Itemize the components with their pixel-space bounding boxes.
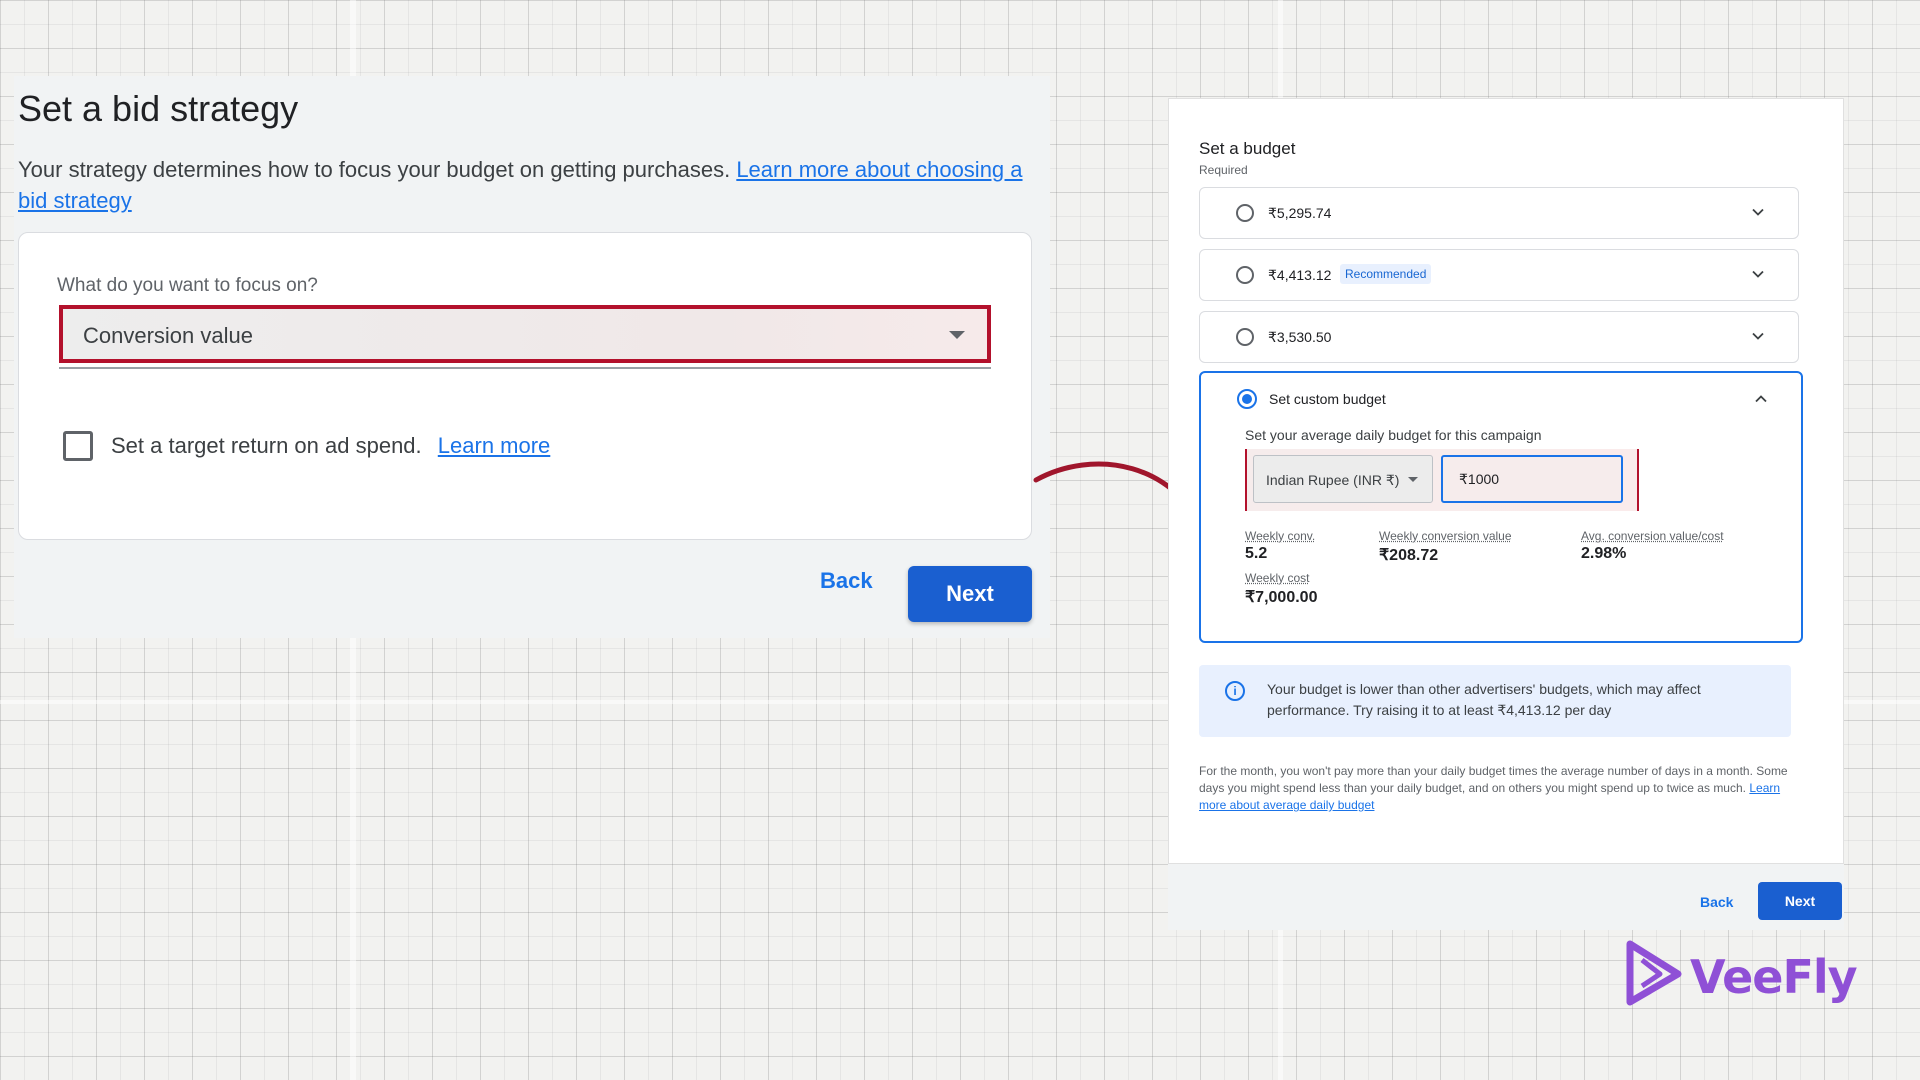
custom-budget-label: Set custom budget	[1269, 391, 1386, 407]
bid-strategy-panel: Set a bid strategy Your strategy determi…	[14, 76, 1050, 638]
radio-unselected-icon[interactable]	[1236, 328, 1254, 346]
currency-value: Indian Rupee (INR ₹)	[1266, 472, 1400, 488]
budget-amount-input[interactable]	[1441, 455, 1623, 503]
target-roas-label: Set a target return on ad spend. Learn m…	[111, 433, 550, 459]
bid-strategy-description: Your strategy determines how to focus yo…	[18, 154, 1038, 216]
required-label: Required	[1199, 163, 1248, 177]
next-button[interactable]: Next	[908, 566, 1032, 622]
veefly-logo: VeeFly	[1624, 938, 1858, 1008]
focus-card: What do you want to focus on? Conversion…	[18, 232, 1032, 540]
footnote-text: For the month, you won't pay more than y…	[1199, 764, 1788, 795]
next-button[interactable]: Next	[1758, 882, 1842, 920]
veefly-logo-icon	[1626, 940, 1682, 1006]
caret-down-icon	[1408, 477, 1418, 482]
back-button[interactable]: Back	[820, 568, 873, 594]
budget-option-amount: ₹5,295.74	[1268, 205, 1332, 221]
budget-option-3[interactable]: ₹3,530.50	[1199, 311, 1799, 363]
budget-option-amount: ₹4,413.12	[1268, 267, 1332, 283]
target-roas-text: Set a target return on ad spend.	[111, 433, 422, 458]
page-title: Set a bid strategy	[18, 88, 299, 129]
budget-option-amount: ₹3,530.50	[1268, 329, 1332, 345]
currency-dropdown[interactable]: Indian Rupee (INR ₹)	[1253, 455, 1433, 503]
avg-daily-budget-label: Set your average daily budget for this c…	[1245, 427, 1542, 443]
radio-unselected-icon[interactable]	[1236, 266, 1254, 284]
target-roas-learn-more-link[interactable]: Learn more	[438, 433, 551, 458]
focus-dropdown-value: Conversion value	[83, 323, 253, 348]
weekly-conv-label: Weekly conv.	[1245, 529, 1316, 543]
info-icon: i	[1225, 681, 1245, 701]
custom-budget-option[interactable]: Set custom budget Set your average daily…	[1199, 371, 1803, 643]
budget-title: Set a budget	[1199, 139, 1296, 158]
budget-card: Set a budget Required ₹5,295.74 ₹4,413.1…	[1168, 98, 1844, 864]
focus-label: What do you want to focus on?	[57, 275, 318, 296]
focus-dropdown[interactable]: Conversion value	[59, 305, 991, 363]
chevron-up-icon[interactable]	[1755, 393, 1767, 405]
radio-unselected-icon[interactable]	[1236, 204, 1254, 222]
dropdown-underline	[59, 367, 991, 369]
chevron-down-icon[interactable]	[1752, 330, 1764, 342]
radio-selected-icon[interactable]	[1237, 389, 1257, 409]
budget-warning-text: Your budget is lower than other advertis…	[1267, 681, 1701, 718]
back-button[interactable]: Back	[1700, 894, 1733, 910]
recommended-badge: Recommended	[1340, 264, 1432, 284]
veefly-logo-text: VeeFly	[1690, 950, 1858, 1004]
weekly-cost-value: ₹7,000.00	[1245, 589, 1318, 606]
caret-down-icon	[949, 331, 965, 339]
weekly-conv-value-value: ₹208.72	[1379, 547, 1439, 564]
chevron-down-icon[interactable]	[1752, 268, 1764, 280]
weekly-cost-label: Weekly cost	[1245, 571, 1310, 585]
weekly-conv-value: 5.2	[1245, 545, 1268, 562]
budget-option-1[interactable]: ₹5,295.74	[1199, 187, 1799, 239]
weekly-conv-value-label: Weekly conversion value	[1379, 529, 1512, 543]
budget-panel: Set a budget Required ₹5,295.74 ₹4,413.1…	[1168, 98, 1844, 930]
chevron-down-icon[interactable]	[1752, 206, 1764, 218]
description-text: Your strategy determines how to focus yo…	[18, 157, 731, 182]
budget-option-2[interactable]: ₹4,413.12 Recommended	[1199, 249, 1799, 301]
avg-conv-value-cost-value: 2.98%	[1581, 545, 1627, 562]
budget-footnote: For the month, you won't pay more than y…	[1199, 763, 1809, 814]
budget-warning-box: i Your budget is lower than other advert…	[1199, 665, 1791, 737]
avg-conv-value-cost-label: Avg. conversion value/cost	[1581, 529, 1724, 543]
target-roas-checkbox[interactable]	[63, 431, 93, 461]
